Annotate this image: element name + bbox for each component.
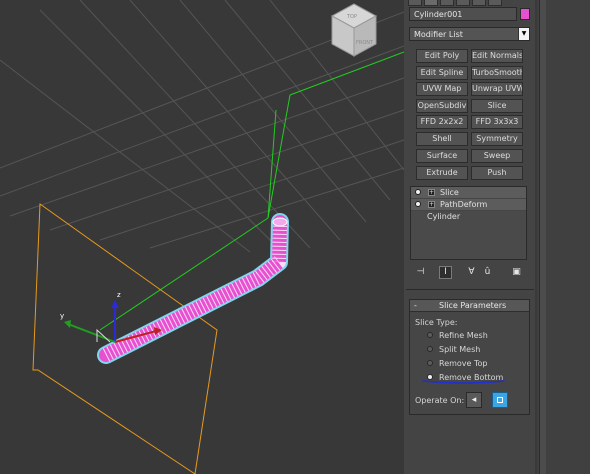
command-panel-extension [537,0,590,474]
gizmo-z-label: z [117,291,121,299]
panel-scrollbar[interactable] [539,0,546,474]
perspective-viewport[interactable]: z y TOP FRONT [0,0,404,474]
gizmo-y-label: y [60,312,64,320]
viewport-canvas[interactable]: z y TOP FRONT [0,0,404,474]
viewcube-top-label: TOP [346,14,357,20]
viewcube-front-label: FRONT [356,40,374,46]
command-panel: Cylinder001 Modifier List ▼ Edit Poly Ed… [404,0,590,474]
cylinder-object[interactable] [97,213,289,364]
viewcube[interactable]: TOP FRONT [330,3,378,57]
